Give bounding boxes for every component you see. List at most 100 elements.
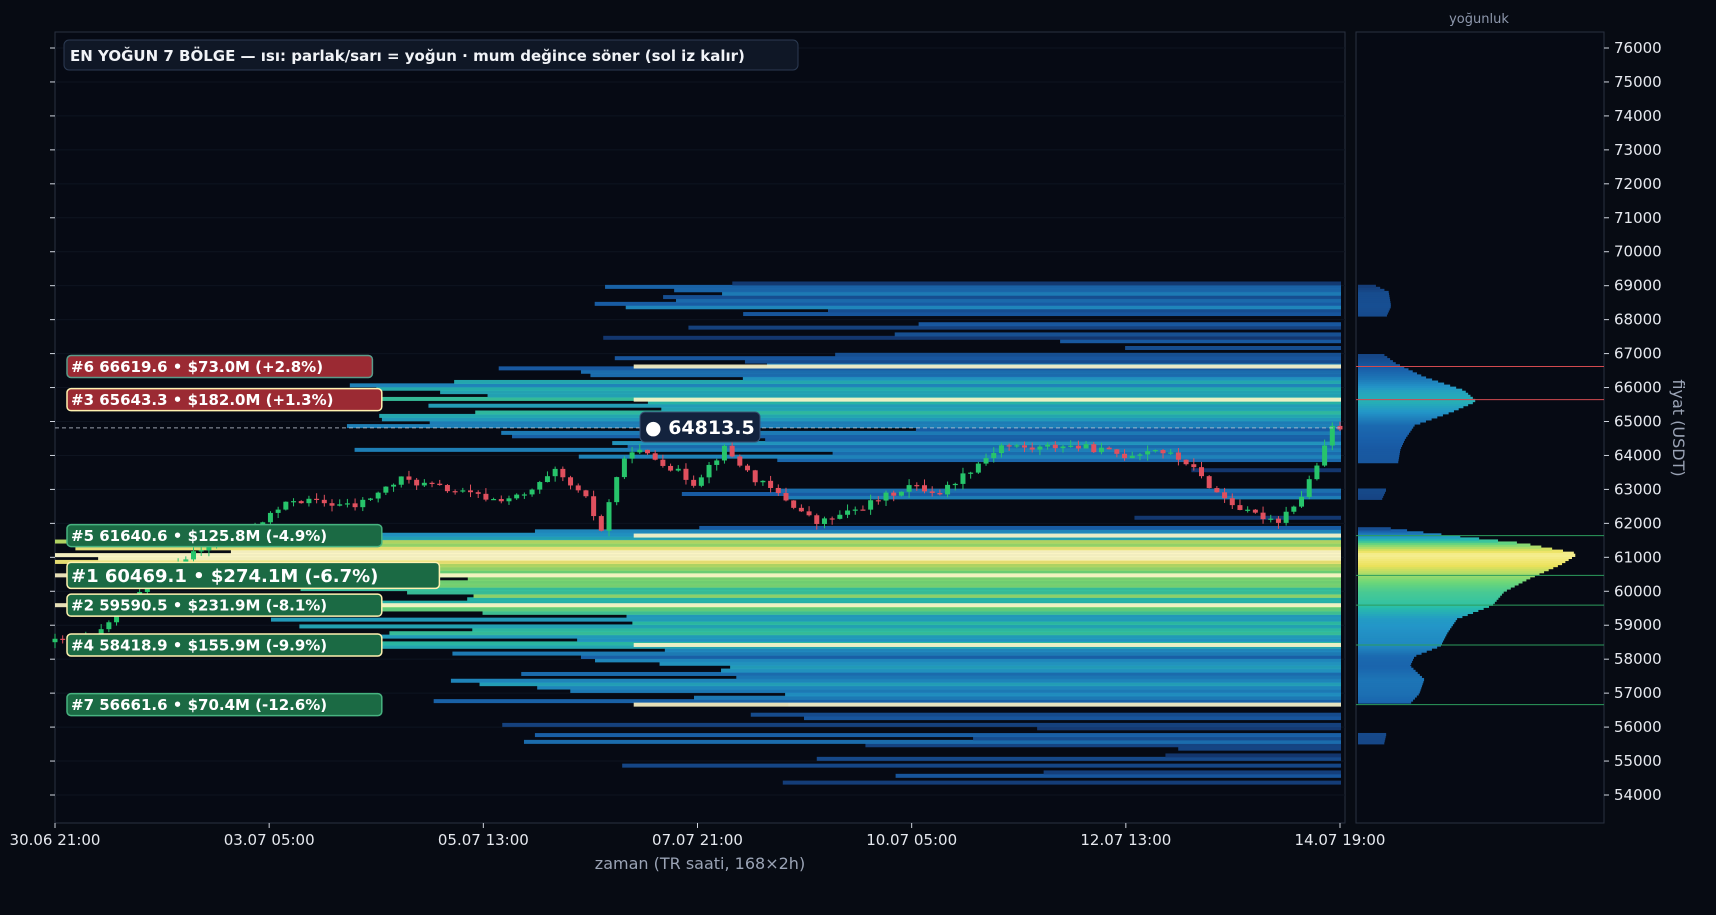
candle-body bbox=[1260, 512, 1266, 520]
zone-label-text: #4 58418.9 • $155.9M (-9.9%) bbox=[71, 636, 327, 654]
price-tick-label: 75000 bbox=[1614, 73, 1662, 91]
candle-body bbox=[806, 511, 812, 516]
candle-body bbox=[560, 468, 566, 478]
candle-body bbox=[775, 487, 781, 494]
candle-body bbox=[614, 477, 620, 503]
candle-body bbox=[552, 468, 558, 477]
candle-body bbox=[291, 501, 297, 503]
current-price-label: ● 64813.5 bbox=[645, 417, 755, 439]
price-tick-label: 73000 bbox=[1614, 141, 1662, 159]
zone-label-text: #3 65643.3 • $182.0M (+1.3%) bbox=[71, 391, 334, 409]
candle-body bbox=[468, 490, 474, 493]
time-tick-label: 07.07 21:00 bbox=[652, 831, 743, 849]
price-tick-label: 74000 bbox=[1614, 107, 1662, 125]
chart-title: EN YOĞUN 7 BÖLGE — ısı: parlak/sarı = yo… bbox=[70, 46, 745, 65]
candle-body bbox=[845, 510, 851, 515]
price-tick-label: 59000 bbox=[1614, 616, 1662, 634]
candle-body bbox=[1237, 505, 1243, 510]
candle-body bbox=[544, 476, 550, 483]
x-axis-label: zaman (TR saati, 168×2h) bbox=[595, 854, 805, 873]
zone-heat-line bbox=[633, 364, 1341, 369]
candle-body bbox=[1291, 506, 1297, 512]
candle-body bbox=[444, 485, 450, 492]
candle-body bbox=[1214, 488, 1220, 493]
y-axis-label: fiyat (USDT) bbox=[1669, 379, 1688, 476]
candle-body bbox=[821, 518, 827, 524]
heat-band bbox=[732, 281, 1341, 286]
price-tick-label: 61000 bbox=[1614, 548, 1662, 566]
candle-body bbox=[1152, 450, 1158, 452]
candle-body bbox=[1106, 447, 1112, 450]
candle-body bbox=[1183, 459, 1189, 465]
heat-band bbox=[835, 352, 1341, 357]
candle-body bbox=[283, 501, 289, 510]
candle-body bbox=[1083, 444, 1089, 449]
zone-label-text: #5 61640.6 • $125.8M (-4.9%) bbox=[71, 527, 327, 545]
candle-body bbox=[737, 456, 743, 466]
candle-body bbox=[891, 492, 897, 496]
candle-body bbox=[275, 509, 281, 513]
time-tick-label: 12.07 13:00 bbox=[1080, 831, 1171, 849]
candle-body bbox=[429, 482, 435, 484]
price-tick-label: 71000 bbox=[1614, 209, 1662, 227]
candle-body bbox=[1122, 453, 1128, 459]
candle-body bbox=[491, 499, 497, 501]
price-tick-label: 66000 bbox=[1614, 379, 1662, 397]
candle-body bbox=[475, 492, 481, 494]
candle-body bbox=[729, 445, 735, 457]
candle-body bbox=[745, 465, 751, 471]
profile-bar bbox=[1358, 488, 1387, 492]
heat-band bbox=[782, 780, 1341, 785]
candle-body bbox=[191, 551, 197, 560]
candle-body bbox=[621, 458, 627, 478]
price-tick-label: 68000 bbox=[1614, 311, 1662, 329]
candle-body bbox=[406, 476, 412, 480]
candle-body bbox=[460, 490, 466, 492]
time-tick-label: 05.07 13:00 bbox=[438, 831, 529, 849]
candle-body bbox=[568, 477, 574, 486]
zone-heat-line bbox=[633, 533, 1341, 538]
candle-body bbox=[783, 493, 789, 501]
candle-body bbox=[991, 453, 997, 459]
candle-body bbox=[1037, 446, 1043, 450]
candle-body bbox=[421, 482, 427, 486]
candle-body bbox=[1329, 425, 1335, 446]
candle-body bbox=[1068, 445, 1074, 447]
candle-body bbox=[521, 494, 527, 496]
candle-body bbox=[1222, 492, 1228, 499]
candle-body bbox=[791, 500, 797, 508]
candle-body bbox=[937, 492, 943, 495]
heat-band bbox=[1134, 515, 1341, 520]
candle-body bbox=[367, 498, 373, 500]
candle-body bbox=[760, 480, 766, 483]
candle-body bbox=[675, 468, 681, 471]
title-box: EN YOĞUN 7 BÖLGE — ısı: parlak/sarı = yo… bbox=[63, 39, 799, 71]
candle-body bbox=[1275, 518, 1281, 523]
candle-body bbox=[975, 463, 981, 473]
candle-body bbox=[952, 483, 958, 486]
candle-body bbox=[1045, 444, 1051, 447]
candle-body bbox=[714, 460, 720, 465]
candle-body bbox=[1191, 464, 1197, 468]
candle-body bbox=[660, 459, 666, 466]
time-tick-label: 30.06 21:00 bbox=[10, 831, 101, 849]
candle-body bbox=[1060, 446, 1066, 449]
candle-body bbox=[60, 638, 66, 640]
heat-band bbox=[750, 712, 1341, 717]
time-tick-label: 10.07 05:00 bbox=[866, 831, 957, 849]
candle-body bbox=[652, 453, 658, 460]
heat-band bbox=[534, 733, 1341, 738]
candle-body bbox=[583, 490, 589, 497]
candle-body bbox=[314, 498, 320, 500]
candle-body bbox=[1145, 451, 1151, 455]
candle-body bbox=[644, 449, 650, 454]
candle-body bbox=[668, 465, 674, 471]
candle-body bbox=[698, 477, 704, 486]
heat-band bbox=[918, 322, 1341, 327]
candle-body bbox=[814, 515, 820, 524]
price-tick-label: 55000 bbox=[1614, 752, 1662, 770]
candle-body bbox=[629, 452, 635, 459]
current-price-badge: ● 64813.5 bbox=[639, 411, 761, 443]
candle-body bbox=[383, 486, 389, 493]
candle-body bbox=[352, 503, 358, 508]
